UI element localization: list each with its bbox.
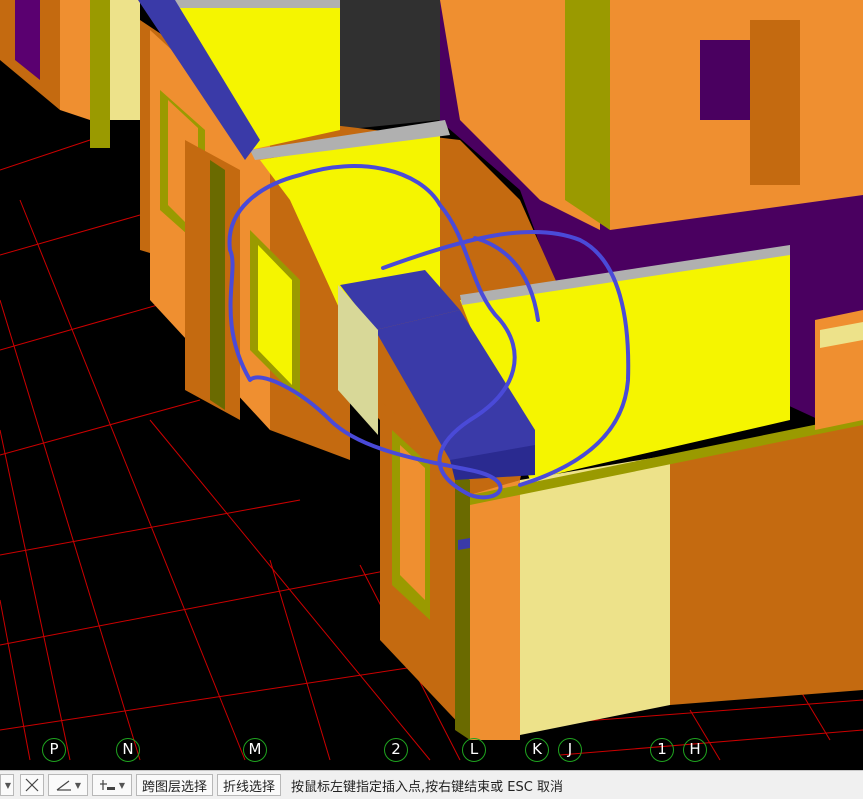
axis-bubble-m[interactable]: M xyxy=(243,738,267,762)
angle-dropdown-button[interactable]: ▼ xyxy=(48,774,88,796)
axis-bubble-l[interactable]: L xyxy=(462,738,486,762)
dropdown-caret-icon: ▼ xyxy=(74,780,82,790)
cross-select-button[interactable] xyxy=(20,774,44,796)
offset-dropdown-button[interactable]: ▼ xyxy=(92,774,132,796)
axis-bubble-j[interactable]: J xyxy=(558,738,582,762)
cross-select-icon xyxy=(25,778,39,792)
axis-bubble-k[interactable]: K xyxy=(525,738,549,762)
3d-viewport[interactable]: P N M 2 L K J 1 H xyxy=(0,0,863,770)
command-status-bar: ▼ ▼ ▼ 跨图层选择 折线选择 按鼠标左键指定插入点,按右键结束或 ESC 取… xyxy=(0,770,863,799)
command-prompt-text: 按鼠标左键指定插入点,按右键结束或 ESC 取消 xyxy=(291,779,563,795)
select-mode-dropdown[interactable]: ▼ xyxy=(0,774,14,796)
dropdown-caret-icon: ▼ xyxy=(118,780,126,790)
dropdown-caret-icon: ▼ xyxy=(4,780,12,790)
offset-icon xyxy=(99,780,115,790)
axis-bubble-n[interactable]: N xyxy=(116,738,140,762)
axis-bubble-p[interactable]: P xyxy=(42,738,66,762)
polyline-select-button[interactable]: 折线选择 xyxy=(217,774,282,796)
angle-icon xyxy=(56,780,71,791)
cross-layer-select-button[interactable]: 跨图层选择 xyxy=(136,774,214,796)
axis-bubble-1[interactable]: 1 xyxy=(650,738,674,762)
axis-bubble-2[interactable]: 2 xyxy=(384,738,408,762)
axis-bubble-h[interactable]: H xyxy=(683,738,707,762)
building-3d-model xyxy=(0,0,863,770)
